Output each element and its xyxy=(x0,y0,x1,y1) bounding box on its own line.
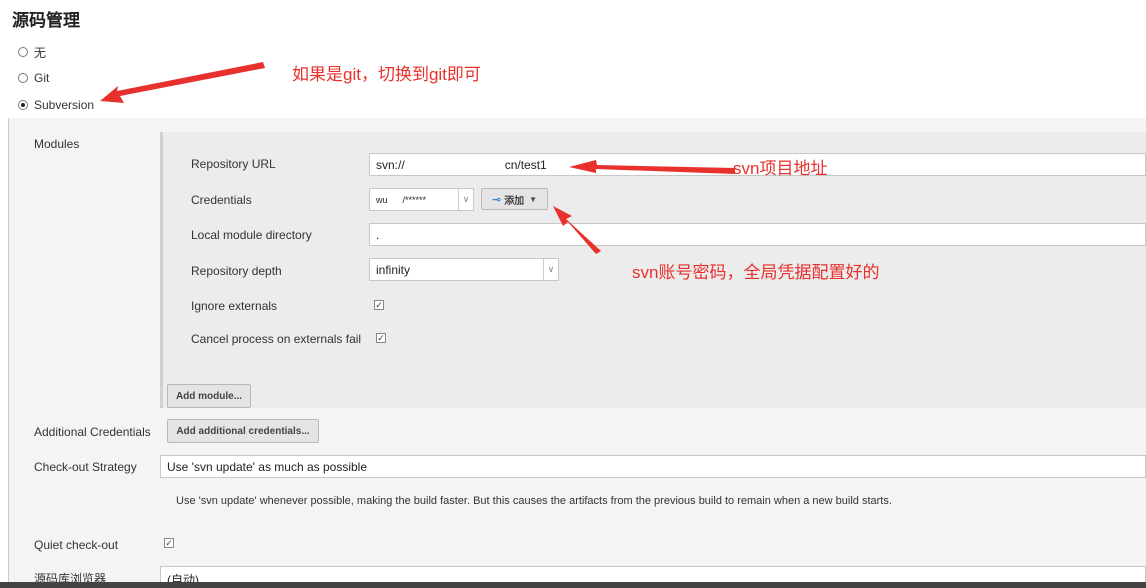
arrow-to-subversion xyxy=(100,62,265,103)
annotation-arrows xyxy=(100,62,735,254)
arrow-to-credentials xyxy=(553,206,601,254)
arrow-to-repository-url xyxy=(569,160,735,174)
annotation-svn-url-note: svn项目地址 xyxy=(733,159,828,178)
annotation-svn-credentials-note: svn账号密码，全局凭据配置好的 xyxy=(632,263,880,282)
annotation-git-note: 如果是git，切换到git即可 xyxy=(292,65,481,84)
